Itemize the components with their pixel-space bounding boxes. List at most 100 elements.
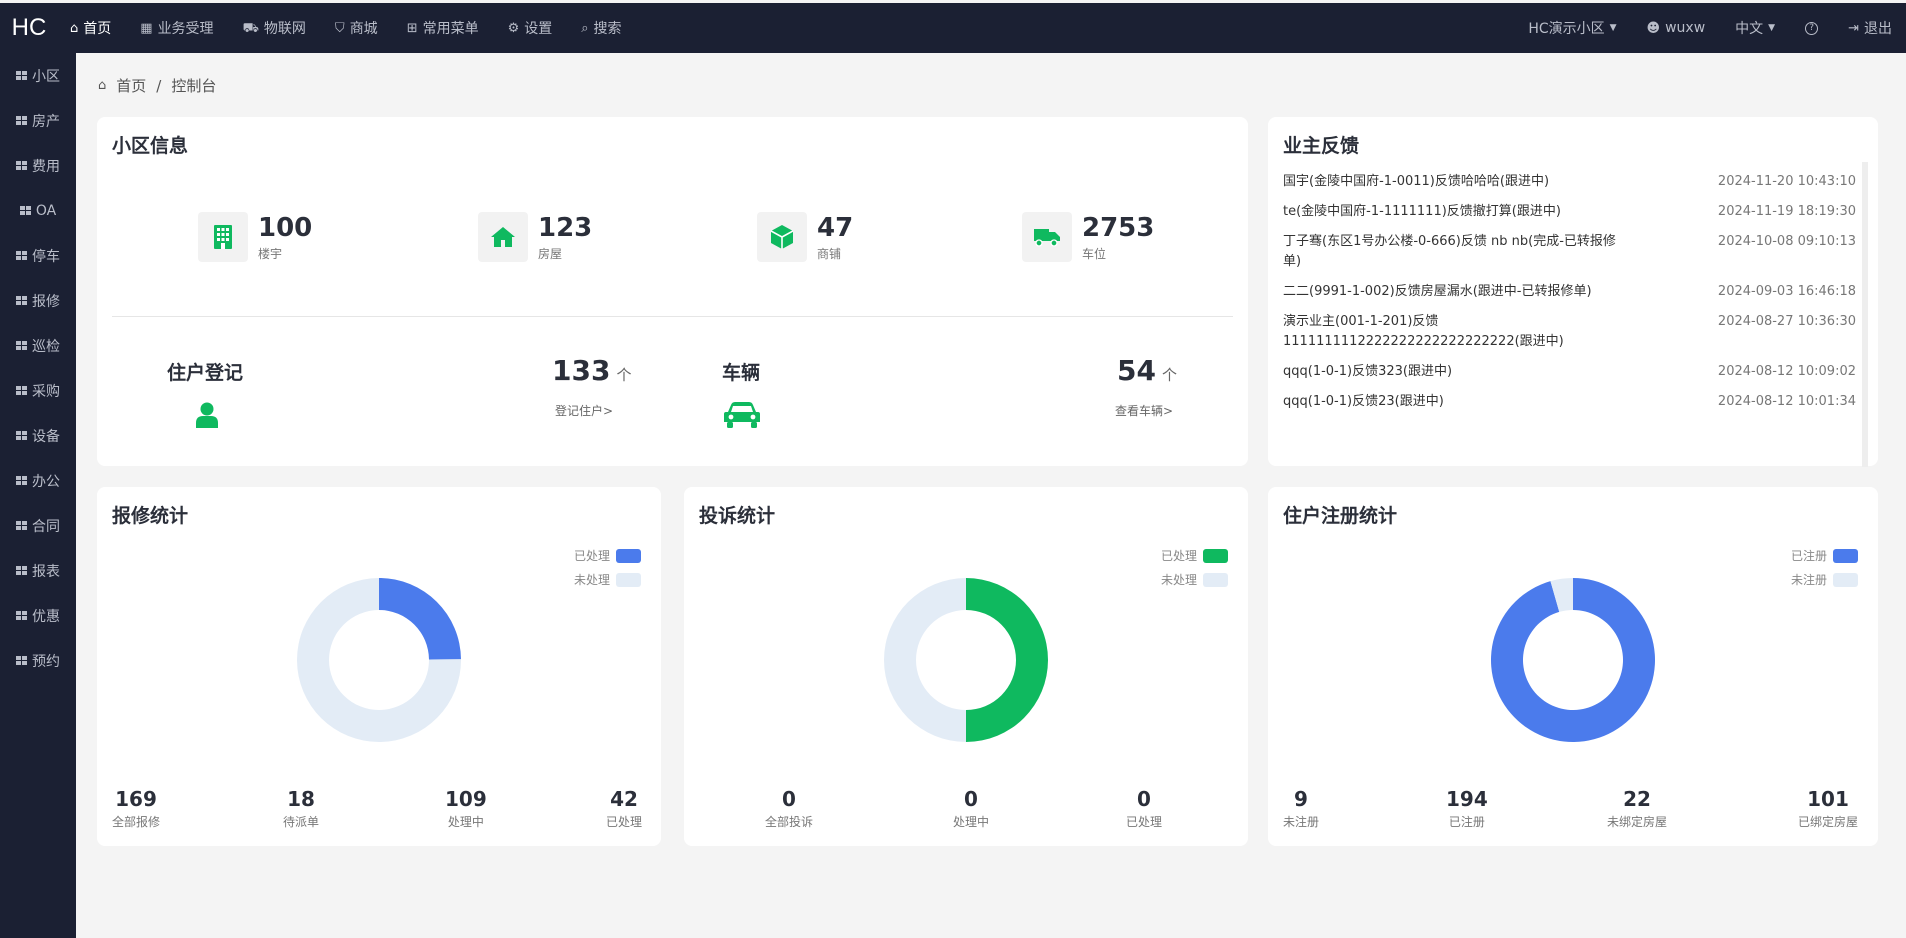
- nav-settings[interactable]: ⚙ 设置: [508, 18, 553, 38]
- legend-swatch: [1833, 548, 1858, 563]
- feedback-time: 2024-08-27 10:36:30: [1717, 314, 1856, 329]
- stat-value: 0: [964, 787, 978, 811]
- th-large-icon: [16, 611, 27, 620]
- breadcrumb-home[interactable]: 首页: [116, 75, 146, 96]
- feedback-row[interactable]: qqq(1-0-1)反馈323(跟进中) 2024-08-12 10:09:02: [1283, 362, 1856, 382]
- sidebar-item-13[interactable]: 预约: [0, 638, 76, 683]
- stat-parking: 2753 车位: [1022, 212, 1154, 262]
- feedback-row[interactable]: 二二(9991-1-002)反馈房屋漏水(跟进中-已转报修单) 2024-09-0…: [1283, 282, 1856, 302]
- vehicle-count-value: 54: [1117, 354, 1156, 387]
- register-resident-link[interactable]: 登记住户>: [555, 402, 613, 419]
- car-icon: [724, 401, 760, 433]
- breadcrumb-current: 控制台: [171, 77, 217, 95]
- stat-label: 处理中: [447, 815, 484, 829]
- sidebar-item-8[interactable]: 设备: [0, 413, 76, 458]
- stat-label: 房屋: [538, 246, 563, 261]
- register-stat-unregistered: 9 未注册: [1283, 787, 1319, 830]
- scrollbar[interactable]: [1862, 162, 1868, 467]
- feedback-row[interactable]: qqq(1-0-1)反馈23(跟进中) 2024-08-12 10:01:34: [1283, 392, 1856, 412]
- register-donut-chart: [1491, 578, 1655, 742]
- cart-icon: ⛉: [334, 20, 345, 36]
- feedback-text: 国宇(金陵中国府-1-0011)反馈哈哈哈(跟进中): [1283, 174, 1550, 189]
- logo[interactable]: HC: [0, 14, 58, 42]
- donut-slice-已处理[interactable]: [379, 578, 461, 660]
- card-title: 投诉统计: [699, 505, 776, 527]
- sidebar-item-7[interactable]: 采购: [0, 368, 76, 413]
- complaint-donut-chart: [884, 578, 1048, 742]
- sidebar-item-9[interactable]: 办公: [0, 458, 76, 503]
- language-label: 中文: [1735, 21, 1764, 37]
- legend-label: 未注册: [1790, 573, 1827, 587]
- card-title: 业主反馈: [1283, 135, 1360, 157]
- language-dropdown[interactable]: 中文 ▼: [1735, 18, 1775, 38]
- sidebar-item-6[interactable]: 巡检: [0, 323, 76, 368]
- help-button[interactable]: ?: [1805, 21, 1819, 35]
- donut-slice-已处理[interactable]: [966, 578, 1048, 742]
- legend-swatch: [1833, 572, 1858, 587]
- th-large-icon: [16, 386, 27, 395]
- sidebar-item-label: 巡检: [32, 338, 60, 355]
- legend-item[interactable]: 未处理: [574, 572, 641, 587]
- legend-swatch: [616, 572, 641, 587]
- legend-item[interactable]: 已处理: [1161, 548, 1228, 563]
- sidebar-item-label: 设备: [32, 428, 60, 445]
- vehicle-title: 车辆: [722, 362, 761, 384]
- stat-value: 47: [817, 212, 854, 243]
- repair-stat-done: 42 已处理: [606, 787, 642, 830]
- view-vehicles-link[interactable]: 查看车辆>: [1115, 402, 1173, 419]
- sidebar-item-4[interactable]: 停车: [0, 233, 76, 278]
- nav-label: 搜索: [593, 21, 622, 37]
- complaint-stats-card: 投诉统计 已处理 未处理 0 全部投诉 0 处理中 0 已处理: [684, 487, 1248, 846]
- feedback-text: qqq(1-0-1)反馈23(跟进中): [1283, 394, 1444, 409]
- repair-donut-chart: [297, 578, 461, 742]
- resident-count-value: 133: [552, 354, 611, 387]
- feedback-row[interactable]: te(金陵中国府-1-1111111)反馈撤打算(跟进中) 2024-11-19 …: [1283, 202, 1856, 222]
- sidebar-item-5[interactable]: 报修: [0, 278, 76, 323]
- nav-iot[interactable]: ⛟ 物联网: [243, 18, 306, 38]
- unit-label: 个: [616, 366, 632, 384]
- feedback-list: 国宇(金陵中国府-1-0011)反馈哈哈哈(跟进中) 2024-11-20 10:…: [1283, 172, 1856, 422]
- sidebar-item-2[interactable]: 费用: [0, 143, 76, 188]
- nav-common-menu[interactable]: ⊞ 常用菜单: [407, 18, 479, 38]
- legend-item[interactable]: 已处理: [574, 548, 641, 563]
- feedback-row[interactable]: 演示业主(001-1-201)反馈11111111122222222222222…: [1283, 312, 1856, 352]
- legend-item[interactable]: 已注册: [1791, 548, 1858, 563]
- register-stats-card: 住户注册统计 已注册 未注册 9 未注册 194 已注册 22 未绑定房屋 101 已绑…: [1268, 487, 1878, 846]
- logout-button[interactable]: ⇥ 退出: [1848, 18, 1892, 38]
- unit-label: 个: [1161, 366, 1177, 384]
- community-dropdown[interactable]: HC演示小区 ▼: [1528, 18, 1616, 38]
- sidebar-item-11[interactable]: 报表: [0, 548, 76, 593]
- sidebar-item-0[interactable]: 小区: [0, 53, 76, 98]
- feedback-row[interactable]: 丁子骞(东区1号办公楼-0-666)反馈 nb nb(完成-已转报修单) 2024…: [1283, 232, 1856, 272]
- th-large-icon: [16, 431, 27, 440]
- sidebar-item-10[interactable]: 合同: [0, 503, 76, 548]
- feedback-time: 2024-10-08 09:10:13: [1717, 234, 1856, 249]
- card-title: 住户注册统计: [1283, 505, 1398, 527]
- stat-label: 已处理: [1126, 815, 1163, 829]
- donut-slice-未处理[interactable]: [884, 578, 966, 742]
- legend-item[interactable]: 未处理: [1161, 572, 1228, 587]
- resident-count: 133 个: [552, 354, 631, 387]
- stat-label: 车位: [1082, 246, 1107, 261]
- gear-icon: ⚙: [507, 20, 520, 36]
- stat-label: 楼宇: [258, 246, 283, 261]
- sidebar-item-label: 采购: [32, 383, 60, 400]
- feedback-row[interactable]: 国宇(金陵中国府-1-0011)反馈哈哈哈(跟进中) 2024-11-20 10:…: [1283, 172, 1856, 192]
- th-large-icon: [16, 566, 27, 575]
- nav-search[interactable]: ⌕ 搜索: [581, 18, 621, 38]
- feedback-time: 2024-11-20 10:43:10: [1717, 174, 1856, 189]
- sidebar-item-12[interactable]: 优惠: [0, 593, 76, 638]
- nav-mall[interactable]: ⛉ 商城: [335, 18, 378, 38]
- user-menu[interactable]: ☻ wuxw: [1647, 20, 1706, 36]
- stat-label: 全部投诉: [765, 815, 814, 829]
- nav-business[interactable]: ▦ 业务受理: [140, 18, 213, 38]
- sidebar-item-3[interactable]: OA: [0, 188, 76, 233]
- th-large-icon: [16, 161, 27, 170]
- legend-item[interactable]: 未注册: [1791, 572, 1858, 587]
- nav-home[interactable]: ⌂ 首页: [70, 18, 111, 38]
- sidebar-item-1[interactable]: 房产: [0, 98, 76, 143]
- sidebar-item-label: 停车: [32, 248, 60, 265]
- register-stat-bound: 101 已绑定房屋: [1798, 787, 1858, 830]
- repair-stat-pending: 18 待派单: [283, 787, 319, 830]
- feedback-text: qqq(1-0-1)反馈323(跟进中): [1283, 364, 1453, 379]
